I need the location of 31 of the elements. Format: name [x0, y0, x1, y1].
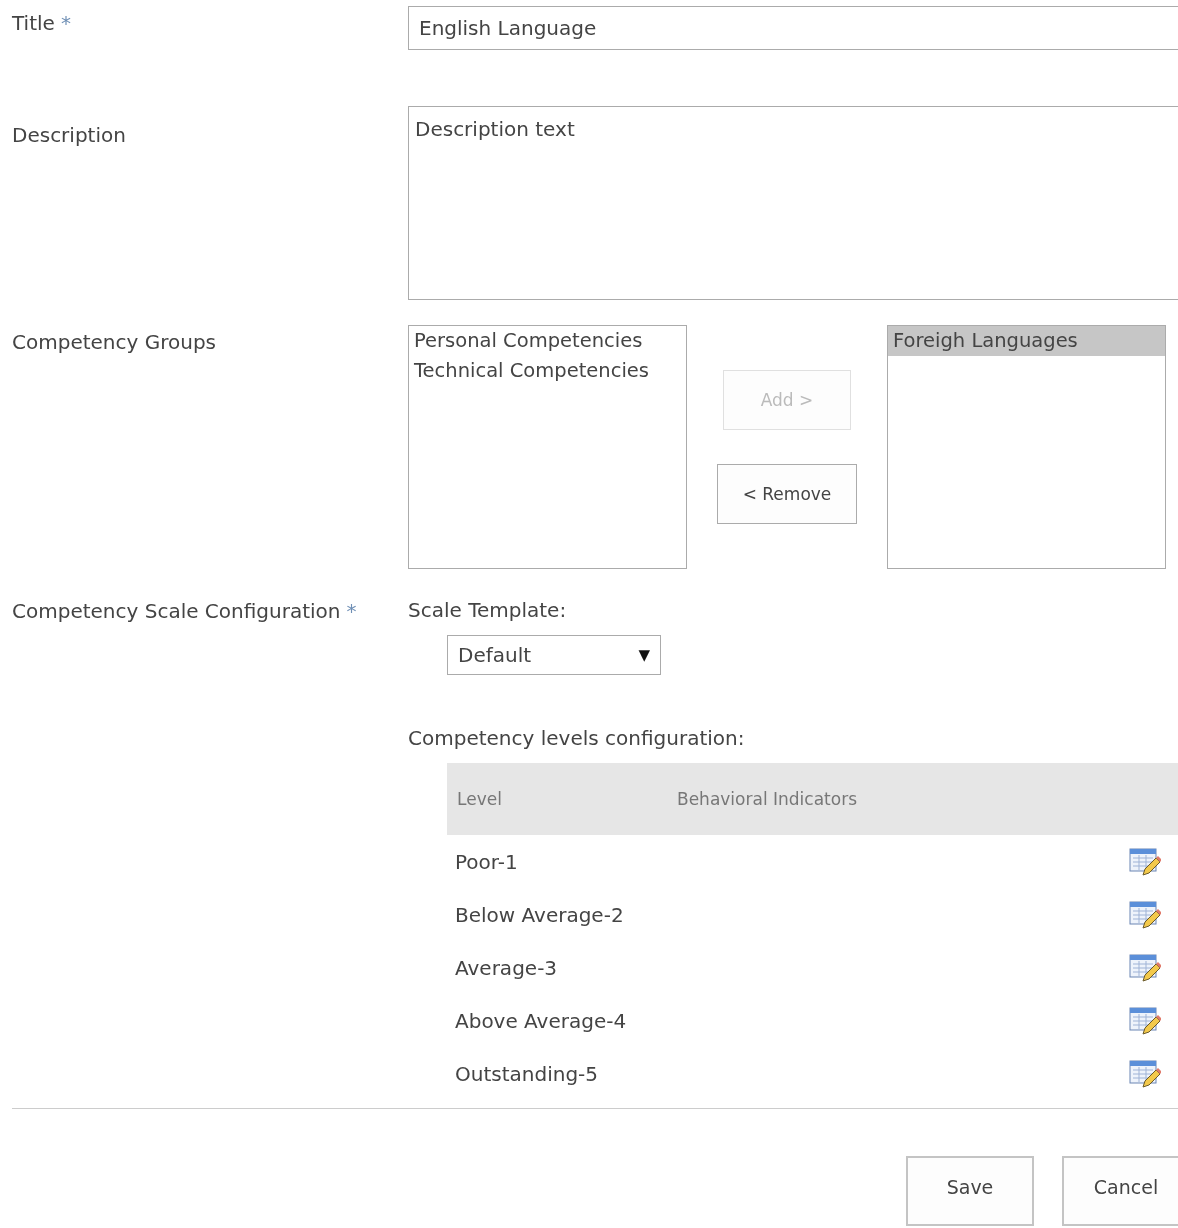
listbox-option[interactable]: Personal Competencies	[409, 326, 686, 356]
level-cell: Above Average-4	[455, 1008, 627, 1033]
edit-table-icon[interactable]	[1129, 952, 1161, 983]
column-header: Level	[456, 789, 503, 809]
title-field[interactable]: English Language	[408, 6, 1178, 50]
listbox-option[interactable]: Technical Competencies	[409, 356, 686, 386]
level-cell: Outstanding-5	[455, 1061, 599, 1086]
form-button[interactable]: Save	[906, 1156, 1034, 1226]
field-label: Competency Groups	[12, 330, 216, 354]
form-button[interactable]: Cancel	[1062, 1156, 1178, 1226]
level-cell: Average-3	[455, 955, 558, 980]
level-cell: Poor-1	[455, 849, 518, 874]
required-asterisk: *	[346, 599, 357, 623]
field-label: Description	[12, 123, 126, 147]
selected-groups-listbox[interactable]: Foreigh Languages	[887, 325, 1166, 569]
edit-table-icon[interactable]	[1129, 899, 1161, 930]
field-label: Title	[12, 11, 55, 35]
field-label: Competency Scale Configuration	[12, 599, 341, 623]
edit-table-icon[interactable]	[1129, 1005, 1161, 1036]
listbox-option[interactable]: Foreigh Languages	[888, 326, 1165, 356]
description-field[interactable]: Description text	[408, 106, 1178, 300]
edit-table-icon[interactable]	[1129, 1058, 1161, 1089]
levels-label: Competency levels configuration:	[408, 725, 745, 751]
column-header: Behavioral Indicators	[676, 789, 857, 809]
scale-template-dropdown[interactable]: Default ▼	[447, 635, 661, 675]
required-asterisk: *	[60, 11, 71, 35]
level-cell: Below Average-2	[455, 902, 624, 927]
scale-template-label: Scale Template:	[408, 597, 567, 623]
edit-table-icon[interactable]	[1129, 846, 1161, 877]
remove-button[interactable]: < Remove	[717, 464, 857, 524]
available-groups-listbox[interactable]: Personal Competencies Technical Competencies	[408, 325, 687, 569]
